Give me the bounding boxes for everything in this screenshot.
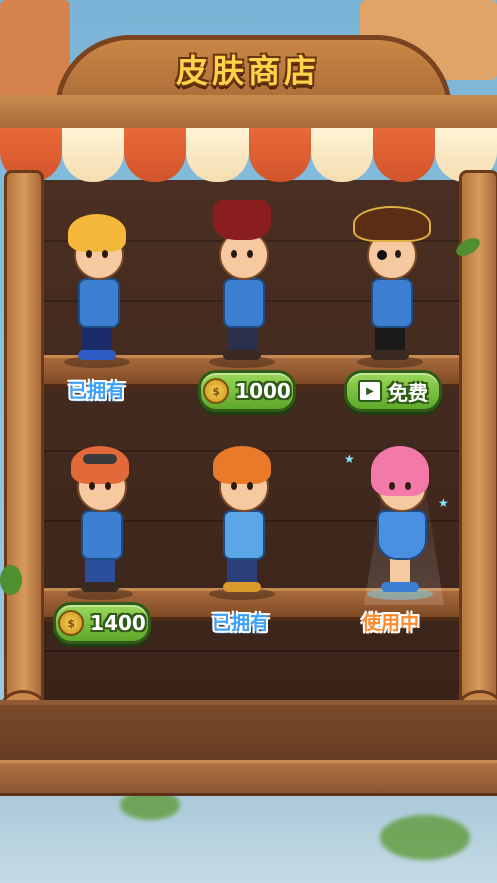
awning-stripe [248,128,311,182]
buy-button-1400[interactable]: $ 1400 [53,602,151,644]
leaf-decoration [380,815,470,860]
coin-icon: $ [58,610,85,636]
character-eye [86,250,92,258]
character-eye [389,482,395,490]
skin-archer[interactable] [52,200,142,370]
skin-topknot[interactable] [197,432,287,602]
character-feet [78,350,116,360]
price-label: 1000 [235,379,291,403]
free-label: 免费 [388,380,428,405]
owned-label: 已拥有 [212,612,270,634]
skin-pink-girl[interactable] [355,432,445,602]
character-hair [371,446,429,496]
character-body [81,510,123,560]
character-eye [102,250,108,258]
awning [0,128,497,188]
character-feet [223,582,261,592]
free-video-button[interactable]: ▶ 免费 [344,370,442,412]
page-title: 皮肤商店 [175,52,320,90]
vine-leaf [0,565,22,595]
price-label: 1400 [90,611,146,635]
character-eye [395,250,401,258]
character-dress [377,510,427,560]
in-use-label: 使用中 [362,612,420,634]
character-body [371,278,413,328]
character-body [223,278,265,328]
character-body [223,510,265,560]
character-hair [213,446,271,484]
skin-top-hat[interactable] [197,200,287,370]
skin-pirate[interactable] [345,200,435,370]
awning-stripe [372,128,435,182]
goggles [83,454,117,464]
awning-stripe [310,128,373,182]
video-icon: ▶ [358,380,382,402]
character-eye [105,482,111,490]
top-hat [213,200,271,240]
buy-button-1000[interactable]: $ 1000 [198,370,296,412]
character-hair [71,446,129,484]
character-feet [381,582,419,592]
skin-goggles[interactable] [55,432,145,602]
pirate-hat [353,206,431,242]
character-hair [68,214,126,252]
awning-stripe [62,128,125,182]
frame-post-left [4,170,44,736]
owned-label: 已拥有 [68,380,126,402]
sparkle-icon: ★ [344,452,355,466]
eye-patch [377,250,387,260]
character-eye [247,250,253,258]
character-eye [247,482,253,490]
plank-line [28,650,469,652]
character-feet [371,350,409,360]
character-feet [223,350,261,360]
awning-stripe [186,128,249,182]
character-eye [405,482,411,490]
character-eye [231,250,237,258]
title-plate: 皮肤商店 [148,44,348,94]
awning-stripe [124,128,187,182]
sparkle-icon: ★ [438,496,449,510]
character-eye [89,482,95,490]
character-eye [231,482,237,490]
character-body [78,278,120,328]
character-feet [81,582,119,592]
frame-base-trim [0,760,497,796]
coin-icon: $ [203,378,230,404]
